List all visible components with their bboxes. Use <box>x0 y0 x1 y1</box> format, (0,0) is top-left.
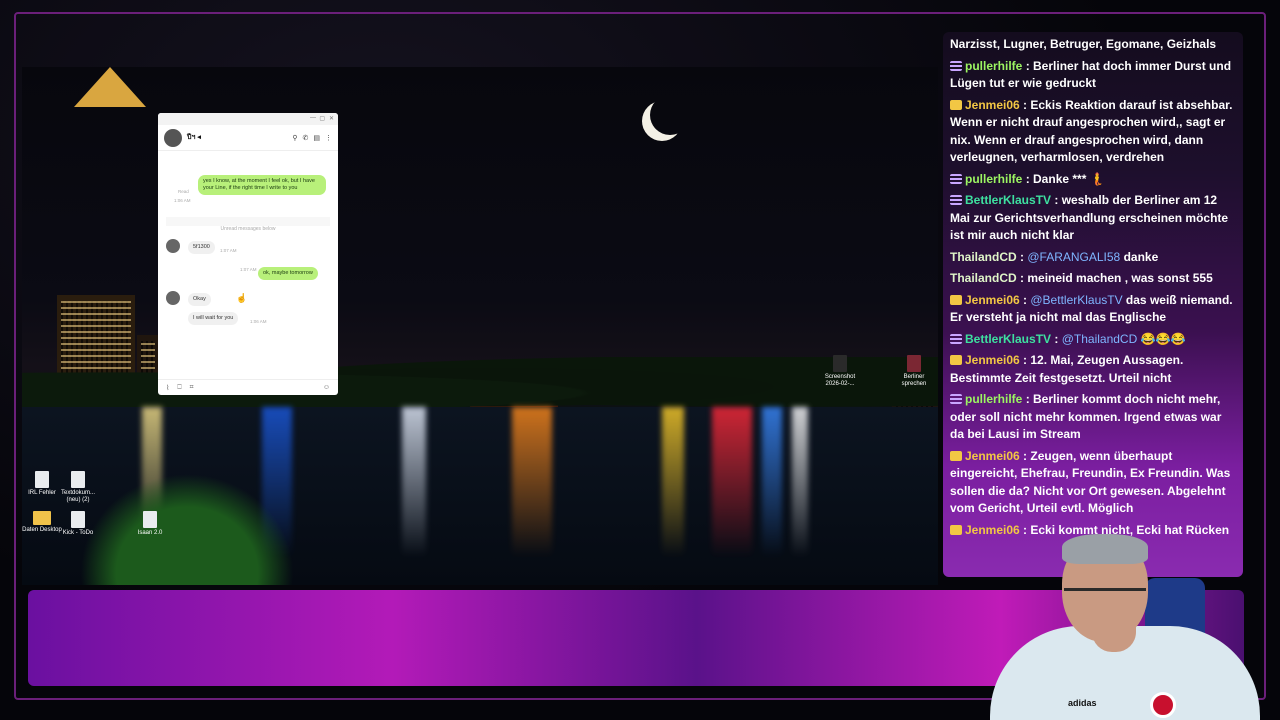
desktop-icon-irl-fehler[interactable]: IRL Fehler <box>22 471 62 497</box>
window-titlebar[interactable]: — ▢ ✕ <box>158 113 338 125</box>
chat-log: Narzisst, Lugner, Betruger, Egomane, Gei… <box>950 36 1234 543</box>
folder-icon <box>33 511 51 525</box>
streamer-hair <box>1062 534 1148 564</box>
message-time: 1:06 AM <box>174 198 191 203</box>
document-icon <box>71 471 85 488</box>
chat-message: BettlerKlausTV : weshalb der Berliner am… <box>950 192 1234 245</box>
emoji-icon[interactable]: ☺ <box>323 384 330 391</box>
chat-username[interactable]: pullerhilfe <box>965 172 1022 186</box>
chat-message: Jenmei06 : Zeugen, wenn überhaupt einger… <box>950 448 1234 518</box>
maximize-icon[interactable]: ▢ <box>319 115 325 122</box>
message-out: yes I know, at the moment I feel ok, but… <box>198 175 326 195</box>
message-out: ok, maybe tomorrow <box>258 267 318 280</box>
read-status: Read <box>178 189 189 194</box>
chat-message-text: Narzisst, Lugner, Betruger, Egomane, Gei… <box>950 37 1217 51</box>
chat-message: Jenmei06 : @BettlerKlausTV das weiß niem… <box>950 292 1233 324</box>
sub-badge-icon <box>950 195 962 205</box>
cursor-pointer-icon: ☝ <box>236 293 248 303</box>
chat-message: ThailandCD : meineid machen , was sonst … <box>950 270 1234 288</box>
crown-badge-icon <box>950 450 962 461</box>
sub-badge-icon <box>950 173 962 184</box>
desktop-icon-screenshot[interactable]: Screenshot 2026-02-... <box>820 355 860 388</box>
message-time: 1:06 AM <box>250 319 267 324</box>
chat-message: Jenmei06 : Eckis Reaktion darauf ist abs… <box>950 97 1234 167</box>
foreground-plant <box>62 457 312 585</box>
sub-badge-icon <box>950 394 962 404</box>
search-icon[interactable]: ⚲ <box>292 134 297 142</box>
chat-username[interactable]: BettlerKlausTV <box>965 193 1051 207</box>
desktop-icon-berliner-sprechen[interactable]: Berliner sprechen <box>894 355 934 388</box>
messenger-window[interactable]: — ▢ ✕ ปีฯ ◂ ⚲ ✆ ▤ ⋮ yes I know, at the m… <box>158 113 338 395</box>
message-time: 1:07 AM <box>220 248 237 253</box>
chat-username[interactable]: ThailandCD <box>950 271 1017 285</box>
crop-icon[interactable]: ⌗ <box>190 384 194 392</box>
composer-toolbar: ⌇ ⎕ ⌗ ☺ <box>158 379 338 395</box>
desktop-icon-daten-desktop[interactable]: Daten Desktop <box>22 511 62 534</box>
message-in: 5f1300 <box>188 241 215 254</box>
moon <box>650 95 690 135</box>
message-in: I will wait for you <box>188 312 239 325</box>
chat-mention[interactable]: @BettlerKlausTV <box>1030 293 1122 307</box>
unread-divider: Unread messages below <box>166 217 330 232</box>
chat-message-text: : meineid machen , was sonst 555 <box>1020 271 1213 285</box>
document-icon <box>143 511 157 528</box>
message-in: Okay <box>188 293 211 306</box>
document-icon <box>71 511 85 528</box>
sub-badge-icon <box>950 333 962 344</box>
document-icon <box>35 471 49 488</box>
more-icon[interactable]: ⋮ <box>325 134 332 142</box>
bookmark-icon[interactable]: ⎕ <box>177 384 181 392</box>
chat-mention[interactable]: @ThailandCD <box>1062 332 1138 346</box>
chat-message: Narzisst, Lugner, Betruger, Egomane, Gei… <box>950 36 1234 54</box>
chat-message: BettlerKlausTV : @ThailandCD 😂😂😂 <box>950 331 1234 349</box>
crown-badge-icon <box>950 524 962 535</box>
minimize-icon[interactable]: — <box>310 115 316 121</box>
club-crest-icon <box>1150 692 1176 718</box>
chat-message: pullerhilfe : Berliner kommt doch nicht … <box>950 391 1234 444</box>
attach-icon[interactable]: ⌇ <box>166 384 169 392</box>
desktop-icon-textdokument[interactable]: Textdokum... (neu) (2) <box>58 471 98 504</box>
contact-avatar-small <box>166 291 180 305</box>
chat-username[interactable]: Jenmei06 <box>965 353 1020 367</box>
chat-username[interactable]: pullerhilfe <box>965 59 1022 73</box>
chat-message-text: : Danke *** 🧜 <box>1025 171 1105 186</box>
chat-message: Jenmei06 : 12. Mai, Zeugen Aussagen. Bes… <box>950 352 1234 387</box>
chat-username[interactable]: BettlerKlausTV <box>965 332 1051 346</box>
sub-badge-icon <box>950 60 962 71</box>
crown-badge-icon <box>950 355 962 365</box>
crown-badge-icon <box>950 99 962 110</box>
image-icon <box>833 355 847 372</box>
contact-name: ปีฯ ◂ <box>187 134 201 141</box>
chat-message: pullerhilfe : Danke *** 🧜 <box>950 171 1234 189</box>
chat-message: ThailandCD : @FARANGALI58 danke <box>950 249 1159 264</box>
chat-username[interactable]: ThailandCD <box>950 250 1017 264</box>
chat-username[interactable]: Jenmei06 <box>965 449 1020 463</box>
desktop-icon-isaan[interactable]: Isaan 2.0 <box>130 511 170 537</box>
chat-message: pullerhilfe : Berliner hat doch immer Du… <box>950 58 1234 93</box>
chat-mention[interactable]: @FARANGALI58 <box>1027 250 1120 264</box>
adidas-logo: adidas <box>1068 698 1097 708</box>
chat-message-text: 😂😂😂 <box>1137 331 1186 346</box>
desktop-icon-kick-todo[interactable]: Kick - ToDo <box>58 511 98 537</box>
chat-username[interactable]: Jenmei06 <box>965 293 1020 307</box>
stream-chat-panel: Narzisst, Lugner, Betruger, Egomane, Gei… <box>943 32 1243 577</box>
phone-icon[interactable]: ✆ <box>303 134 309 142</box>
message-time: 1:07 AM <box>240 267 257 272</box>
chat-username[interactable]: pullerhilfe <box>965 392 1022 406</box>
chat-message-text: danke <box>1120 249 1159 264</box>
webcam-feed: adidas <box>980 530 1280 720</box>
image-icon <box>907 355 921 372</box>
conversation-header: ปีฯ ◂ ⚲ ✆ ▤ ⋮ <box>158 125 338 151</box>
glasses <box>1064 588 1146 604</box>
skyscraper-roof <box>74 67 146 107</box>
crown-badge-icon <box>950 294 962 305</box>
stream-screen: { "desktop": { "icons": [ {"label": "IRL… <box>0 0 1280 720</box>
contact-avatar[interactable] <box>164 128 182 147</box>
notes-icon[interactable]: ▤ <box>313 134 320 142</box>
close-icon[interactable]: ✕ <box>329 115 334 122</box>
contact-avatar-small <box>166 239 180 253</box>
chat-username[interactable]: Jenmei06 <box>965 98 1020 112</box>
